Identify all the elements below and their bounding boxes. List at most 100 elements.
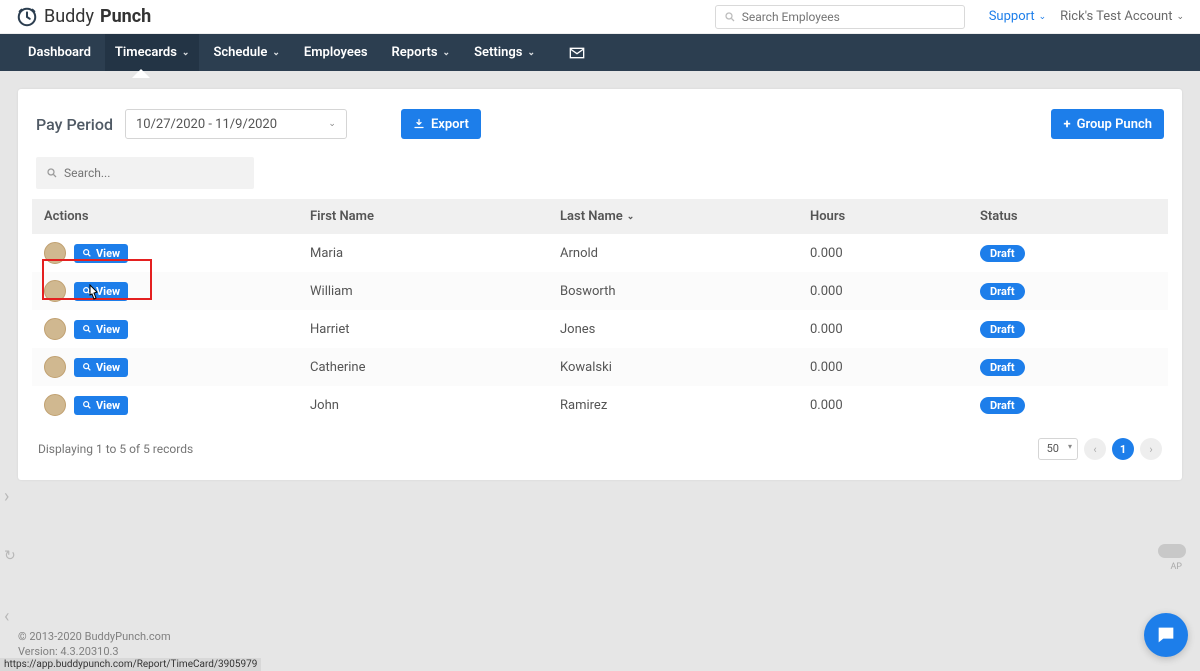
cell-hours: 0.000 (802, 310, 972, 348)
pay-period-select[interactable]: 10/27/2020 - 11/9/2020 ⌄ (125, 109, 347, 139)
timecards-table: Actions First Name Last Name ⌄ Hours Stat… (32, 199, 1168, 424)
chevron-down-icon: ⌄ (1039, 12, 1047, 22)
pagination: 50 ‹ 1 › (1038, 438, 1162, 460)
status-badge: Draft (980, 321, 1025, 338)
table-footer: Displaying 1 to 5 of 5 records 50 ‹ 1 › (32, 424, 1168, 464)
chevron-down-icon: ⌄ (1176, 12, 1184, 22)
status-badge: Draft (980, 397, 1025, 414)
nav-settings[interactable]: Settings ⌄ (464, 34, 545, 71)
support-link[interactable]: Support ⌄ (989, 9, 1046, 24)
view-button[interactable]: View (74, 358, 128, 377)
pay-period-value: 10/27/2020 - 11/9/2020 (136, 117, 277, 132)
group-punch-label: Group Punch (1077, 117, 1152, 132)
chat-icon (1155, 624, 1177, 646)
toolbar: Pay Period 10/27/2020 - 11/9/2020 ⌄ Expo… (32, 109, 1168, 139)
nav-label: Settings (474, 45, 522, 60)
chevron-right-icon[interactable]: › (4, 486, 9, 507)
page-prev[interactable]: ‹ (1084, 438, 1106, 460)
avatar (44, 280, 66, 302)
nav-dashboard[interactable]: Dashboard (18, 34, 101, 71)
view-label: View (96, 285, 120, 298)
browser-statusbar: https://app.buddypunch.com/Report/TimeCa… (0, 658, 261, 671)
cell-hours: 0.000 (802, 272, 972, 310)
col-hours[interactable]: Hours (802, 199, 972, 234)
nav-timecards[interactable]: Timecards ⌄ (105, 34, 200, 71)
view-button[interactable]: View (74, 244, 128, 263)
version: Version: 4.3.20310.3 (18, 645, 171, 659)
chevron-left-icon[interactable]: ‹ (4, 606, 9, 627)
pay-period-label: Pay Period (36, 115, 113, 134)
chevron-down-icon: ⌄ (527, 48, 535, 58)
cell-first-name: Catherine (302, 348, 552, 386)
view-label: View (96, 361, 120, 374)
nav-schedule[interactable]: Schedule ⌄ (203, 34, 289, 71)
support-label: Support (989, 9, 1035, 24)
avatar (44, 318, 66, 340)
table-search-box[interactable] (36, 157, 254, 189)
nav-reports[interactable]: Reports ⌄ (382, 34, 461, 71)
cell-hours: 0.000 (802, 234, 972, 272)
cell-last-name: Bosworth (552, 272, 802, 310)
col-last-name-label: Last Name (560, 209, 623, 224)
chevron-down-icon: ⌄ (627, 212, 635, 222)
search-employees-input[interactable] (742, 10, 956, 24)
view-button[interactable]: View (74, 282, 128, 301)
table-row: View CatherineKowalski0.000 Draft (32, 348, 1168, 386)
refresh-icon[interactable]: ↻ (4, 548, 16, 564)
cell-last-name: Jones (552, 310, 802, 348)
search-icon (82, 286, 92, 296)
table-row: ViewJohnRamirez0.000Draft (32, 386, 1168, 424)
clock-icon (16, 6, 38, 28)
chevron-down-icon: ⌄ (272, 48, 280, 58)
search-employees-box[interactable] (715, 5, 965, 29)
page-current[interactable]: 1 (1112, 438, 1134, 460)
status-badge: Draft (980, 359, 1025, 376)
mini-toggle[interactable] (1158, 544, 1186, 558)
col-last-name[interactable]: Last Name ⌄ (552, 199, 802, 234)
main-nav: Dashboard Timecards ⌄ Schedule ⌄ Employees… (0, 34, 1200, 71)
search-icon (82, 362, 92, 372)
view-label: View (96, 323, 120, 336)
chevron-down-icon: ⌄ (328, 119, 336, 129)
cell-hours: 0.000 (802, 348, 972, 386)
col-first-name[interactable]: First Name (302, 199, 552, 234)
col-actions: Actions (32, 199, 302, 234)
export-button[interactable]: Export (401, 109, 481, 139)
nav-employees[interactable]: Employees (294, 34, 378, 71)
records-count: Displaying 1 to 5 of 5 records (38, 442, 193, 456)
chat-launcher[interactable] (1144, 613, 1188, 657)
avatar (44, 242, 66, 264)
nav-label: Schedule (213, 45, 267, 60)
view-button[interactable]: View (74, 320, 128, 339)
table-search-input[interactable] (64, 166, 220, 180)
account-label: Rick's Test Account (1060, 9, 1172, 24)
avatar (44, 394, 66, 416)
cell-first-name: John (302, 386, 552, 424)
nav-label: Reports (392, 45, 438, 60)
nav-label: Employees (304, 45, 368, 60)
copyright: © 2013-2020 BuddyPunch.com (18, 630, 171, 644)
account-menu[interactable]: Rick's Test Account ⌄ (1060, 9, 1184, 24)
search-icon (724, 11, 736, 23)
search-icon (82, 248, 92, 258)
group-punch-button[interactable]: + Group Punch (1051, 109, 1164, 139)
nav-label: Timecards (115, 45, 177, 60)
chevron-down-icon: ⌄ (443, 48, 451, 58)
chevron-down-icon: ⌄ (182, 48, 190, 58)
brand-logo[interactable]: Buddy Punch (16, 6, 151, 28)
search-icon (46, 167, 58, 179)
cell-last-name: Kowalski (552, 348, 802, 386)
nav-messages[interactable] (559, 34, 595, 71)
cell-last-name: Ramirez (552, 386, 802, 424)
export-label: Export (431, 117, 469, 132)
page-next[interactable]: › (1140, 438, 1162, 460)
col-status[interactable]: Status (972, 199, 1168, 234)
view-button[interactable]: View (74, 396, 128, 415)
cell-first-name: Harriet (302, 310, 552, 348)
status-badge: Draft (980, 283, 1025, 300)
table-row: ViewWilliamBosworth0.000Draft (32, 272, 1168, 310)
per-page-select[interactable]: 50 (1038, 438, 1078, 460)
search-icon (82, 400, 92, 410)
active-tab-pointer (132, 69, 150, 78)
avatar (44, 356, 66, 378)
